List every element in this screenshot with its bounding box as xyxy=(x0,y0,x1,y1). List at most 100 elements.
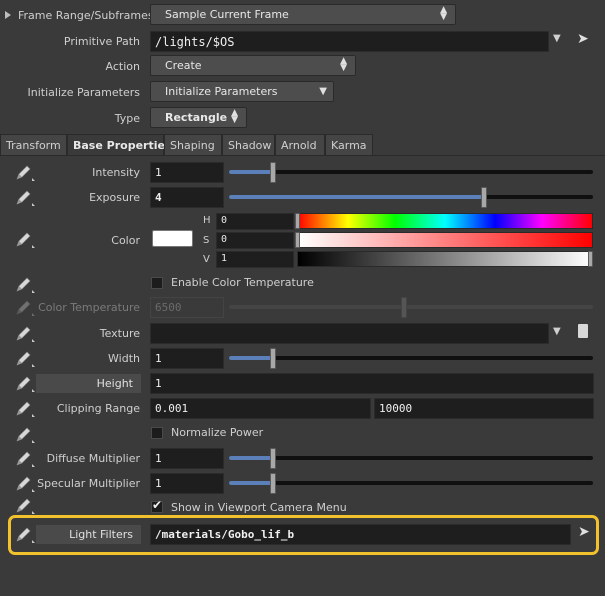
clipping-range-label: Clipping Range xyxy=(56,402,140,415)
pencil-icon[interactable] xyxy=(14,450,36,468)
intensity-slider-track[interactable] xyxy=(229,170,593,174)
primitive-path-input[interactable]: /lights/$OS xyxy=(150,31,549,52)
diffuse-label: Diffuse Multiplier xyxy=(46,452,140,465)
saturation-handle[interactable] xyxy=(295,232,300,248)
hue-input[interactable]: 0 xyxy=(216,213,294,230)
hue-handle[interactable] xyxy=(295,213,300,229)
action-label: Action xyxy=(105,60,140,73)
width-input[interactable]: 1 xyxy=(150,348,224,369)
normalize-power-label: Normalize Power xyxy=(171,426,264,439)
tab-karma[interactable]: Karma xyxy=(325,134,373,155)
width-slider-handle[interactable] xyxy=(269,348,276,369)
frame-range-dropdown[interactable]: Sample Current Frame ▲ ▼ xyxy=(150,4,456,25)
intensity-row: Intensity 1 xyxy=(0,160,605,185)
tab-arnold[interactable]: Arnold xyxy=(275,134,325,155)
type-value: Rectangle xyxy=(165,111,228,124)
color-temp-label: Color Temperature xyxy=(38,301,140,314)
clipping-near-input[interactable]: 0.001 xyxy=(150,398,371,419)
pencil-icon[interactable] xyxy=(14,400,36,418)
color-swatch[interactable] xyxy=(152,230,193,247)
pencil-icon[interactable] xyxy=(14,375,36,393)
frame-range-row: Frame Range/Subframes Sample Current Fra… xyxy=(0,3,605,28)
action-dropdown[interactable]: Create ▲ ▼ xyxy=(150,55,356,76)
specular-slider-handle[interactable] xyxy=(269,473,276,494)
pencil-icon[interactable] xyxy=(14,497,36,515)
action-row: Action Create ▲ ▼ xyxy=(0,54,605,79)
color-label: Color xyxy=(111,234,140,247)
exposure-slider-fill xyxy=(229,195,484,199)
pencil-icon xyxy=(14,299,36,317)
tab-shaping[interactable]: Shaping xyxy=(164,134,222,155)
pencil-icon[interactable] xyxy=(14,325,36,343)
width-slider-track[interactable] xyxy=(229,356,593,360)
dropdown-arrow-icon[interactable]: ▼ xyxy=(553,326,561,337)
texture-label: Texture xyxy=(99,327,140,340)
file-browse-icon[interactable] xyxy=(578,324,588,338)
clipping-far-input[interactable]: 10000 xyxy=(374,398,594,419)
frame-range-value: Sample Current Frame xyxy=(165,8,289,21)
dropdown-arrow-icon[interactable]: ▼ xyxy=(553,33,561,44)
texture-input[interactable] xyxy=(150,323,549,344)
exposure-input[interactable]: 4 xyxy=(150,187,224,208)
diffuse-slider-handle[interactable] xyxy=(269,448,276,469)
saturation-bar[interactable] xyxy=(297,232,593,248)
pencil-icon[interactable] xyxy=(14,164,36,182)
checkmark-icon: ✔ xyxy=(152,498,163,512)
enable-color-temp-label: Enable Color Temperature xyxy=(171,276,314,289)
color-temp-input: 6500 xyxy=(150,297,224,318)
updown-arrows-icon: ▲ ▼ xyxy=(440,5,447,22)
exposure-slider-track[interactable] xyxy=(229,195,593,199)
normalize-power-row: Normalize Power xyxy=(0,422,605,447)
enable-color-temp-row: Enable Color Temperature xyxy=(0,272,605,297)
s-label: S xyxy=(203,235,210,246)
primitive-path-label: Primitive Path xyxy=(63,35,140,48)
width-slider-fill xyxy=(229,356,273,360)
color-temp-slider-handle xyxy=(400,297,407,318)
tab-base-properties[interactable]: Base Properties xyxy=(67,134,171,155)
diffuse-slider-fill xyxy=(229,456,273,460)
texture-row: Texture ▼ xyxy=(0,321,605,346)
value-input[interactable]: 1 xyxy=(216,251,294,268)
height-label: Height xyxy=(36,374,141,393)
color-row: Color H S V 0 0 1 xyxy=(0,211,605,269)
tab-transform[interactable]: Transform xyxy=(0,134,67,155)
specular-input[interactable]: 1 xyxy=(150,473,224,494)
exposure-slider-handle[interactable] xyxy=(480,187,487,208)
clipping-range-row: Clipping Range 0.001 10000 xyxy=(0,396,605,421)
updown-arrows-icon: ▲ ▼ xyxy=(231,108,238,125)
specular-slider-track[interactable] xyxy=(229,481,593,485)
viewport-menu-label: Show in Viewport Camera Menu xyxy=(171,501,347,514)
pencil-icon[interactable] xyxy=(14,350,36,368)
v-label: V xyxy=(203,254,210,265)
init-params-dropdown[interactable]: Initialize Parameters ▼ xyxy=(150,81,334,102)
updown-arrows-icon: ▲ ▼ xyxy=(340,56,347,73)
pencil-icon[interactable] xyxy=(14,189,36,207)
hue-bar[interactable] xyxy=(297,213,593,229)
pencil-icon[interactable] xyxy=(14,276,36,294)
pencil-icon[interactable] xyxy=(14,426,36,444)
intensity-slider-handle[interactable] xyxy=(269,162,276,183)
color-temp-slider-track xyxy=(229,305,593,309)
viewport-menu-checkbox[interactable]: ✔ xyxy=(151,498,163,513)
value-bar[interactable] xyxy=(297,251,593,267)
pencil-icon[interactable] xyxy=(14,475,36,493)
normalize-power-checkbox[interactable] xyxy=(151,427,163,439)
enable-color-temp-checkbox[interactable] xyxy=(151,277,163,289)
type-row: Type Rectangle ▲ ▼ xyxy=(0,106,605,131)
pencil-icon[interactable] xyxy=(14,231,36,249)
diffuse-slider-track[interactable] xyxy=(229,456,593,460)
select-arrow-icon[interactable]: ➤ xyxy=(577,31,589,47)
expand-arrow-icon[interactable] xyxy=(5,11,11,19)
intensity-label: Intensity xyxy=(92,166,140,179)
type-dropdown[interactable]: Rectangle ▲ ▼ xyxy=(150,107,247,128)
specular-slider-fill xyxy=(229,481,273,485)
height-input[interactable]: 1 xyxy=(150,373,594,394)
saturation-input[interactable]: 0 xyxy=(216,232,294,249)
value-handle[interactable] xyxy=(588,251,593,267)
height-row: Height 1 xyxy=(0,371,605,396)
tab-shadow[interactable]: Shadow xyxy=(222,134,275,155)
diffuse-input[interactable]: 1 xyxy=(150,448,224,469)
width-label: Width xyxy=(108,352,140,365)
intensity-input[interactable]: 1 xyxy=(150,162,224,183)
frame-range-label: Frame Range/Subframes xyxy=(18,9,154,22)
